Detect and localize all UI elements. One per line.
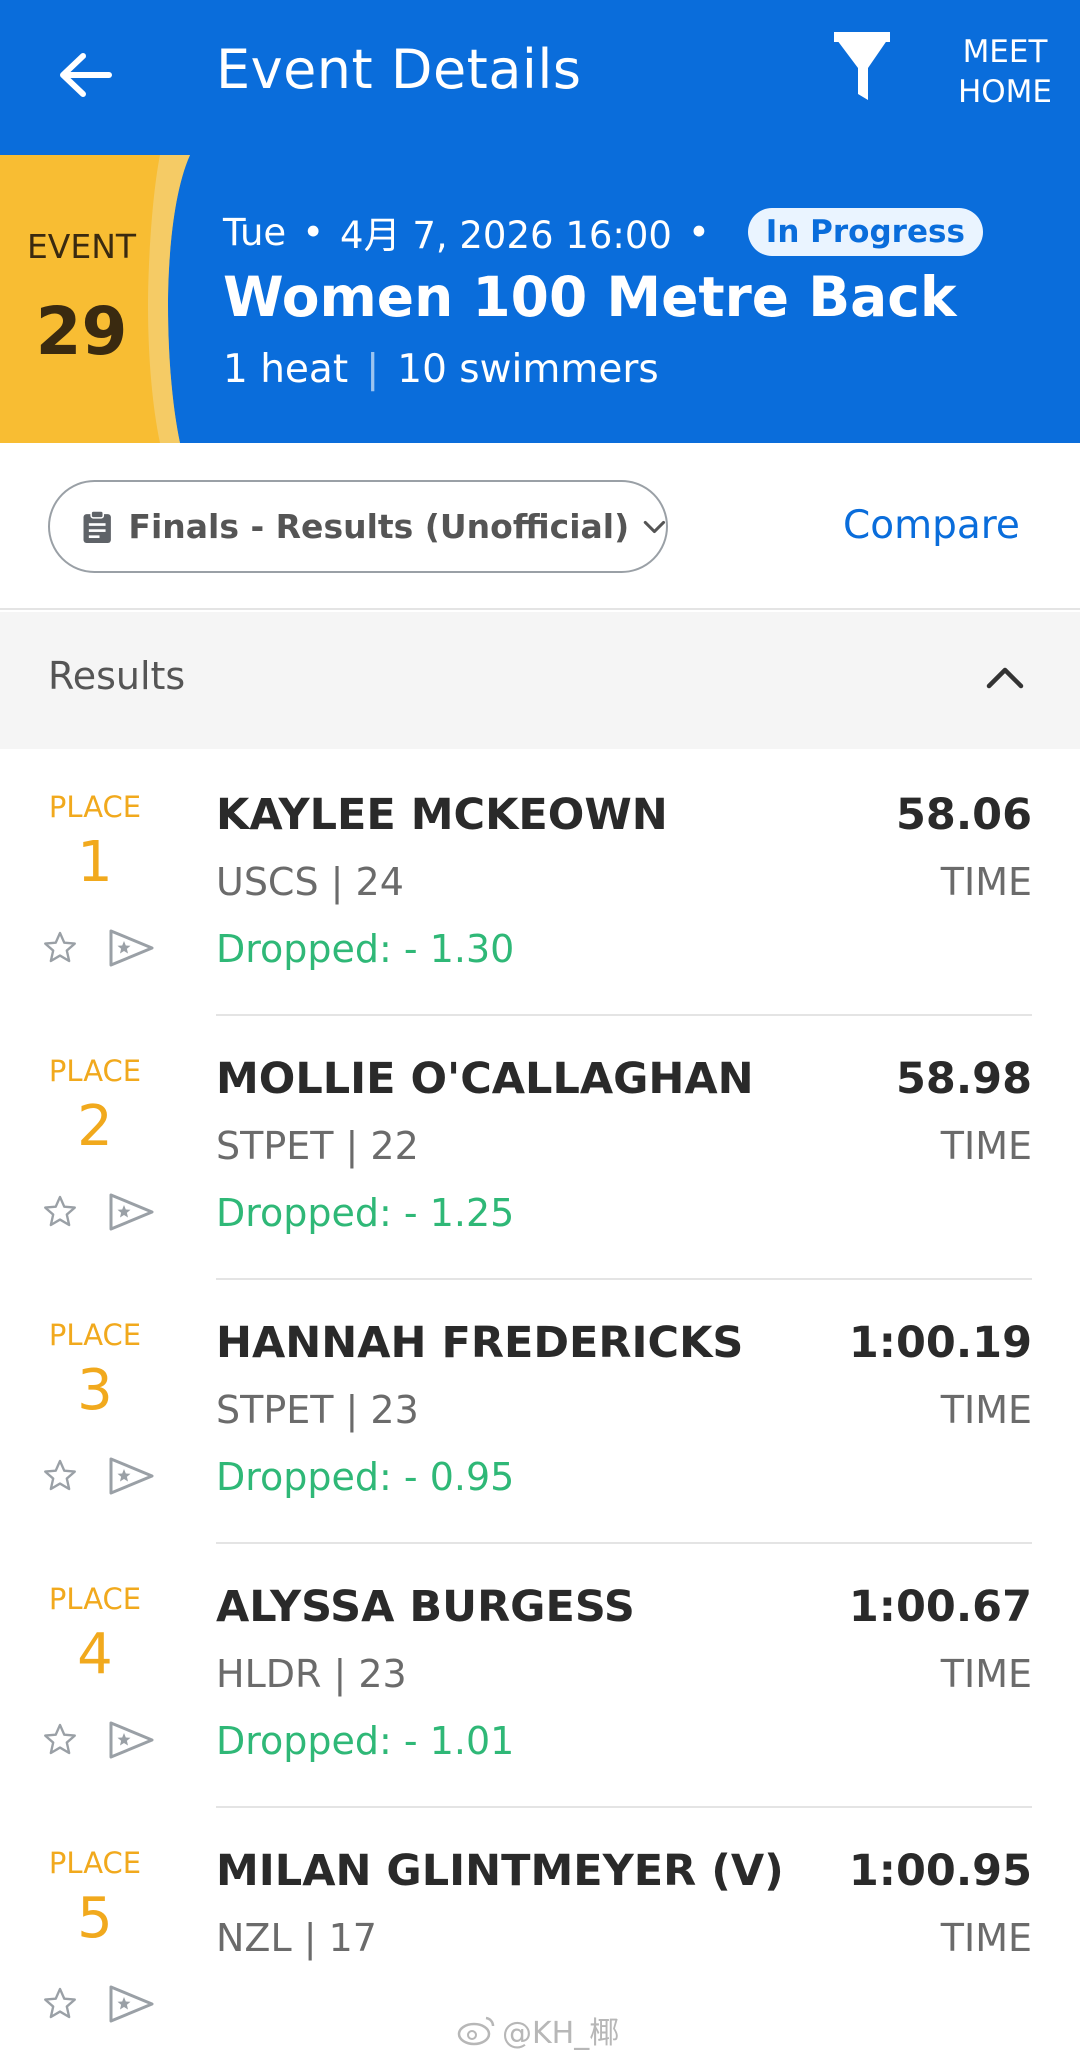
weibo-logo-icon [457, 2016, 495, 2046]
time-dropped: Dropped: - 1.25 [216, 1191, 515, 1235]
place-label: PLACE [48, 1318, 142, 1352]
result-row[interactable]: PLACE 1 KAYLEE MCKEOWN USCS | 24 Dropped… [0, 752, 1080, 1016]
team-age: USCS | 24 [216, 860, 404, 904]
time-dropped: Dropped: - 1.30 [216, 927, 515, 971]
team-age: HLDR | 23 [216, 1652, 407, 1696]
team-age: STPET | 22 [216, 1124, 419, 1168]
result-time: 58.98 [895, 1054, 1032, 1104]
time-label: TIME [940, 860, 1032, 904]
star-icon[interactable] [42, 1458, 78, 1492]
chevron-up-icon[interactable] [985, 664, 1025, 690]
place-number: 4 [77, 1622, 113, 1687]
event-day: Tue [223, 210, 287, 254]
time-label: TIME [940, 1388, 1032, 1432]
star-icon[interactable] [42, 930, 78, 964]
result-time: 1:00.19 [848, 1318, 1032, 1368]
pennant-star-icon[interactable] [108, 928, 156, 968]
pennant-star-icon[interactable] [108, 1720, 156, 1760]
clipboard-icon [83, 509, 111, 543]
time-label: TIME [940, 1124, 1032, 1168]
place-label: PLACE [48, 1846, 142, 1880]
swimmer-count: 10 swimmers [397, 347, 659, 392]
watermark-text: @KH_椰 [502, 2016, 620, 2051]
pennant-star-icon[interactable] [108, 1456, 156, 1496]
place-number: 1 [77, 830, 113, 895]
event-name: Women 100 Metre Back [223, 265, 957, 329]
place-number: 2 [77, 1094, 113, 1159]
place-label: PLACE [48, 1054, 142, 1088]
watermark: @KH_椰 [456, 2008, 619, 2052]
event-label: EVENT [26, 227, 137, 266]
time-dropped: Dropped: - 1.01 [216, 1719, 515, 1763]
result-row[interactable]: PLACE 3 HANNAH FREDERICKS STPET | 23 Dro… [0, 1280, 1080, 1544]
time-label: TIME [940, 1916, 1032, 1960]
event-number-badge: EVENT 29 [0, 155, 190, 443]
time-dropped: Dropped: - 0.95 [216, 1455, 515, 1499]
meet-home-button[interactable]: MEET HOME [950, 32, 1060, 112]
star-icon[interactable] [42, 1194, 78, 1228]
heat-count: 1 heat [223, 347, 349, 392]
team-age: STPET | 23 [216, 1388, 419, 1432]
swimmer-name: MILAN GLINTMEYER (V) [216, 1846, 784, 1896]
bullet-separator: • [302, 210, 325, 254]
round-dropdown-label: Finals - Results (Unofficial) [128, 507, 630, 546]
place-number: 5 [77, 1886, 113, 1951]
swimmer-name: ALYSSA BURGESS [216, 1582, 635, 1632]
result-time: 58.06 [895, 790, 1032, 840]
team-age: NZL | 17 [216, 1916, 377, 1960]
pennant-star-icon[interactable] [108, 1192, 156, 1232]
place-label: PLACE [48, 790, 142, 824]
filter-button[interactable] [830, 30, 900, 110]
round-dropdown[interactable]: Finals - Results (Unofficial) [48, 480, 668, 573]
results-title: Results [48, 654, 186, 698]
pennant-star-icon[interactable] [108, 1984, 156, 2024]
back-button[interactable] [50, 40, 120, 110]
swimmer-name: KAYLEE MCKEOWN [216, 790, 668, 840]
result-row[interactable]: PLACE 4 ALYSSA BURGESS HLDR | 23 Dropped… [0, 1544, 1080, 1808]
event-meta: Tue • 4月 7, 2026 16:00 • In Progress [223, 205, 983, 259]
star-icon[interactable] [42, 1986, 78, 2020]
star-icon[interactable] [42, 1722, 78, 1756]
result-row[interactable]: PLACE 2 MOLLIE O'CALLAGHAN STPET | 22 Dr… [0, 1016, 1080, 1280]
swimmer-name: HANNAH FREDERICKS [216, 1318, 744, 1368]
app-bar: Event Details MEET HOME [0, 0, 1080, 155]
filter-icon [834, 32, 890, 100]
event-datetime: 4月 7, 2026 16:00 [340, 214, 672, 257]
divider: | [366, 347, 380, 392]
status-badge: In Progress [747, 208, 983, 256]
place-label: PLACE [48, 1582, 142, 1616]
swimmer-name: MOLLIE O'CALLAGHAN [216, 1054, 754, 1104]
result-time: 1:00.67 [848, 1582, 1032, 1632]
event-number: 29 [35, 293, 128, 370]
chevron-down-icon [643, 520, 666, 533]
compare-button[interactable]: Compare [843, 503, 1020, 548]
page-title: Event Details [216, 38, 582, 101]
filter-row: Finals - Results (Unofficial) Compare [0, 443, 1080, 610]
place-number: 3 [77, 1358, 113, 1423]
event-summary: 1 heat | 10 swimmers [223, 347, 659, 392]
bullet-separator: • [687, 210, 710, 254]
results-section-header[interactable]: Results [0, 612, 1080, 749]
arrow-left-icon [60, 53, 112, 97]
event-header: EVENT 29 Tue • 4月 7, 2026 16:00 • In Pro… [0, 155, 1080, 443]
result-time: 1:00.95 [848, 1846, 1032, 1896]
time-label: TIME [940, 1652, 1032, 1696]
